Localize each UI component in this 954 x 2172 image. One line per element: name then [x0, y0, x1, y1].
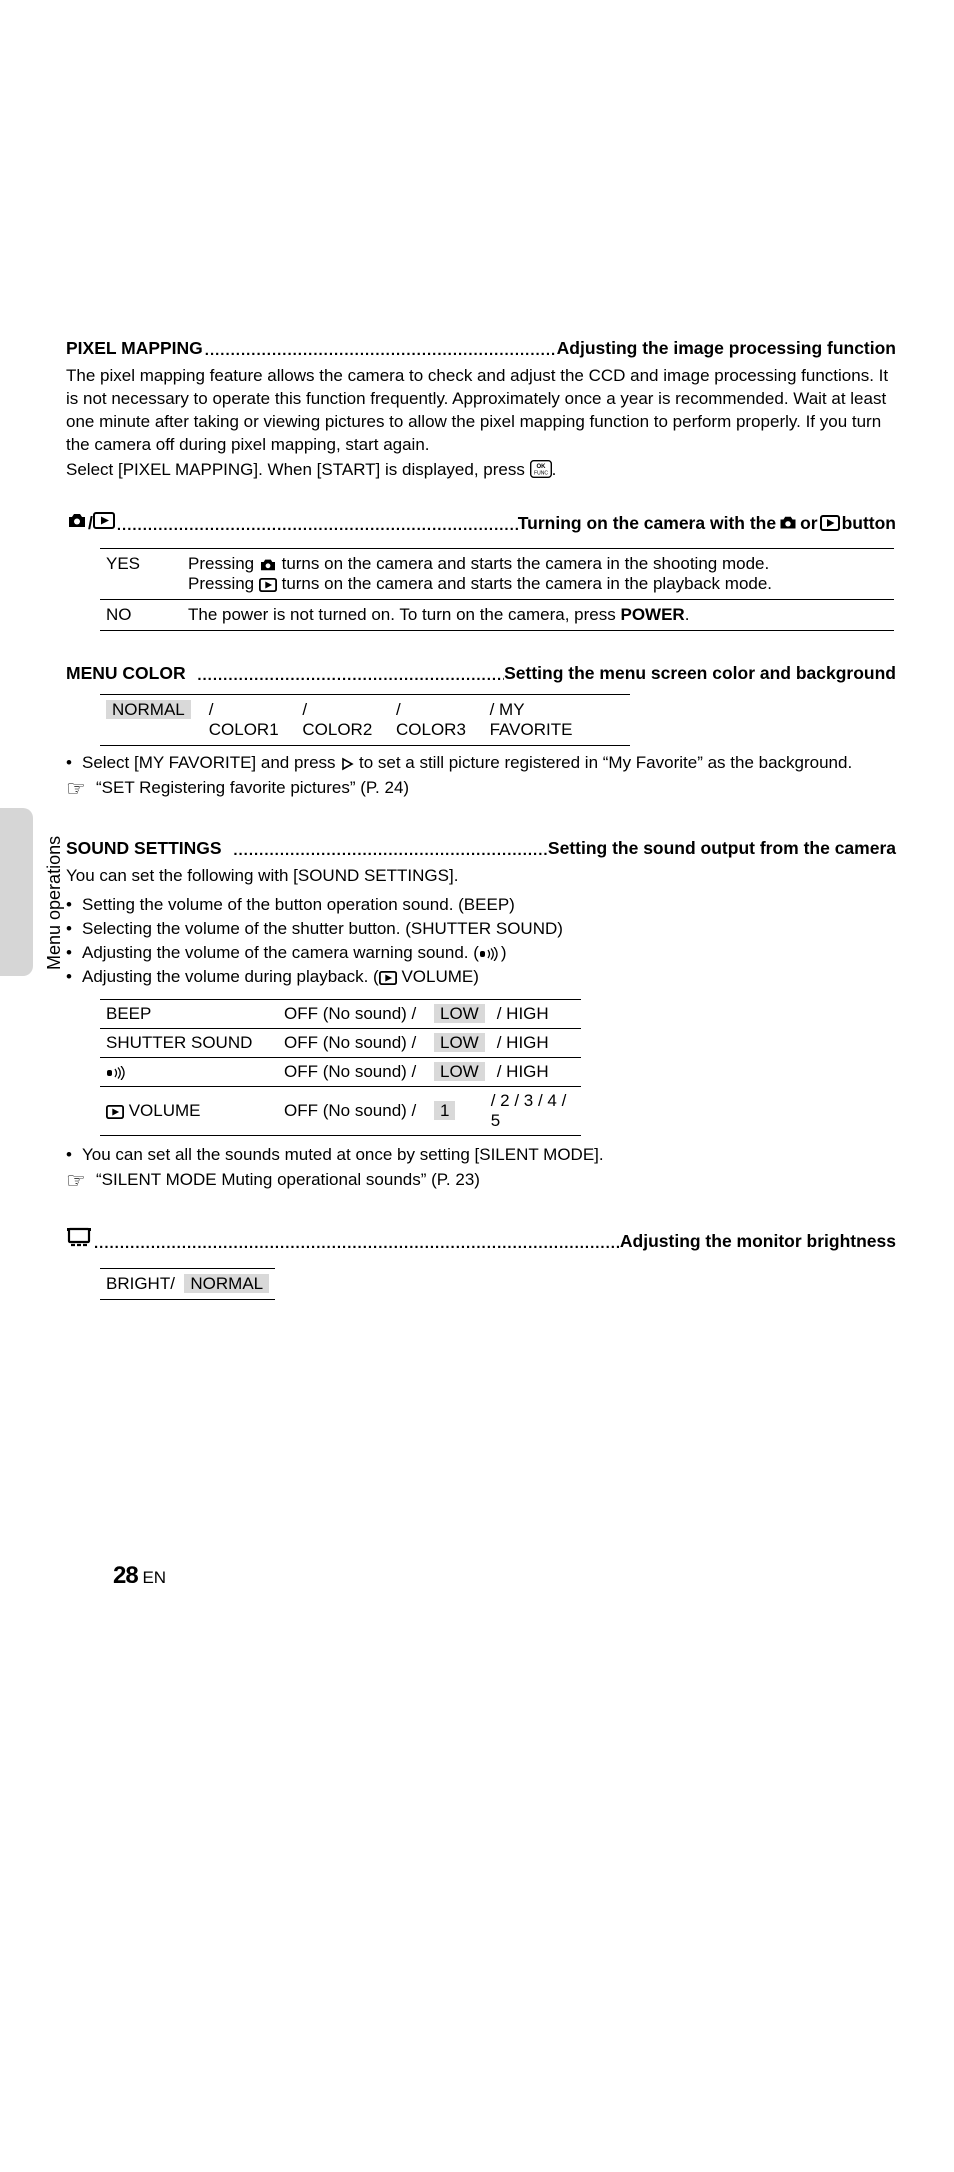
pointer-icon: ☞	[66, 1166, 96, 1196]
heading-leader	[195, 667, 504, 684]
monitor-brightness-icon	[66, 1227, 92, 1247]
option-label: NO	[100, 599, 182, 630]
section-menu-color: MENU COLOR Setting the menu screen color…	[66, 663, 896, 807]
table-cell: LOW	[428, 1058, 491, 1087]
heading-leader	[203, 342, 557, 359]
options-table: YES Pressing turns on the camera and sta…	[100, 548, 894, 631]
section-monitor-brightness: Adjusting the monitor brightness BRIGHT/…	[66, 1227, 896, 1300]
heading-subtitle: Setting the menu screen color and backgr…	[504, 663, 896, 684]
bullet-item: •Setting the volume of the button operat…	[66, 894, 896, 917]
option-desc: Pressing turns on the camera and starts …	[182, 548, 894, 599]
heading-subtitle: Adjusting the image processing function	[557, 338, 896, 359]
option: / COLOR3	[396, 700, 490, 740]
heading-subtitle: Setting the sound output from the camera	[548, 838, 896, 859]
option: / MY FAVORITE	[490, 700, 624, 740]
option: / COLOR1	[209, 700, 303, 740]
heading-title: MENU COLOR	[66, 663, 186, 684]
reference-item: ☞ “SILENT MODE Muting operational sounds…	[66, 1169, 896, 1199]
option-default: NORMAL	[184, 1274, 269, 1293]
heading-leader	[231, 842, 548, 859]
section-sound-settings: SOUND SETTINGS Setting the sound output …	[66, 838, 896, 1198]
table-cell: / HIGH	[491, 1058, 581, 1087]
bullet-item: • Select [MY FAVORITE] and press to set …	[66, 752, 896, 775]
camera-icon	[259, 558, 277, 572]
option: / COLOR2	[302, 700, 396, 740]
speaker-icon	[106, 1066, 128, 1080]
arrow-right-icon	[340, 757, 354, 771]
camera-icon	[66, 512, 88, 529]
heading-leader	[92, 1235, 620, 1252]
table-cell: OFF (No sound) /	[278, 1058, 428, 1087]
speaker-icon	[479, 947, 501, 961]
play-icon	[820, 515, 840, 531]
play-icon	[379, 971, 397, 985]
table-cell	[100, 1058, 278, 1087]
play-icon	[259, 578, 277, 592]
heading-title: SOUND SETTINGS	[66, 838, 222, 859]
table-cell: LOW	[428, 1000, 491, 1029]
bullet-item: •You can set all the sounds muted at onc…	[66, 1144, 896, 1167]
option: BRIGHT/	[106, 1274, 175, 1293]
body-paragraph: You can set the following with [SOUND SE…	[66, 865, 896, 888]
heading-subtitle: Turning on the camera with the or button	[518, 513, 896, 534]
play-icon	[106, 1105, 124, 1119]
body-paragraph: Select [PIXEL MAPPING]. When [START] is …	[66, 459, 896, 482]
camera-icon	[778, 515, 798, 531]
table-cell: LOW	[428, 1029, 491, 1058]
svg-text:FUNC: FUNC	[534, 470, 548, 476]
table-cell: VOLUME	[100, 1087, 278, 1136]
option-default: NORMAL	[106, 700, 191, 719]
bullet-item: •Adjusting the volume during playback. (…	[66, 966, 896, 989]
table-cell: OFF (No sound) /	[278, 1000, 428, 1029]
sound-settings-table: BEEP OFF (No sound) / LOW / HIGH SHUTTER…	[100, 999, 581, 1136]
side-tab	[0, 808, 33, 976]
table-cell: / HIGH	[491, 1029, 581, 1058]
play-icon	[93, 512, 115, 529]
page-number: 28 EN	[113, 1562, 166, 1590]
table-cell: OFF (No sound) /	[278, 1029, 428, 1058]
side-tab-label: Menu operations	[44, 836, 65, 970]
body-paragraph: The pixel mapping feature allows the cam…	[66, 365, 896, 457]
table-cell: / 2 / 3 / 4 / 5	[491, 1087, 581, 1136]
heading-leader	[115, 517, 518, 534]
section-power-on-button: / Turning on the camera with the or butt…	[66, 512, 896, 631]
table-cell: BEEP	[100, 1000, 278, 1029]
reference-item: ☞ “SET Registering favorite pictures” (P…	[66, 777, 896, 807]
ok-func-icon: OKFUNC	[530, 460, 552, 478]
heading-title: PIXEL MAPPING	[66, 338, 203, 359]
table-cell: / HIGH	[491, 1000, 581, 1029]
table-cell: 1	[428, 1087, 491, 1136]
bullet-item: •Adjusting the volume of the camera warn…	[66, 942, 896, 965]
svg-text:OK: OK	[536, 464, 546, 470]
option-desc: The power is not turned on. To turn on t…	[182, 599, 894, 630]
heading-subtitle: Adjusting the monitor brightness	[620, 1231, 896, 1252]
table-cell: SHUTTER SOUND	[100, 1029, 278, 1058]
section-pixel-mapping: PIXEL MAPPING Adjusting the image proces…	[66, 338, 896, 482]
pointer-icon: ☞	[66, 774, 96, 804]
options-row: NORMAL / COLOR1 / COLOR2 / COLOR3 / MY F…	[100, 694, 630, 746]
bullet-item: •Selecting the volume of the shutter but…	[66, 918, 896, 941]
options-row: BRIGHT/ NORMAL	[100, 1268, 275, 1300]
option-label: YES	[100, 548, 182, 599]
table-cell: OFF (No sound) /	[278, 1087, 428, 1136]
